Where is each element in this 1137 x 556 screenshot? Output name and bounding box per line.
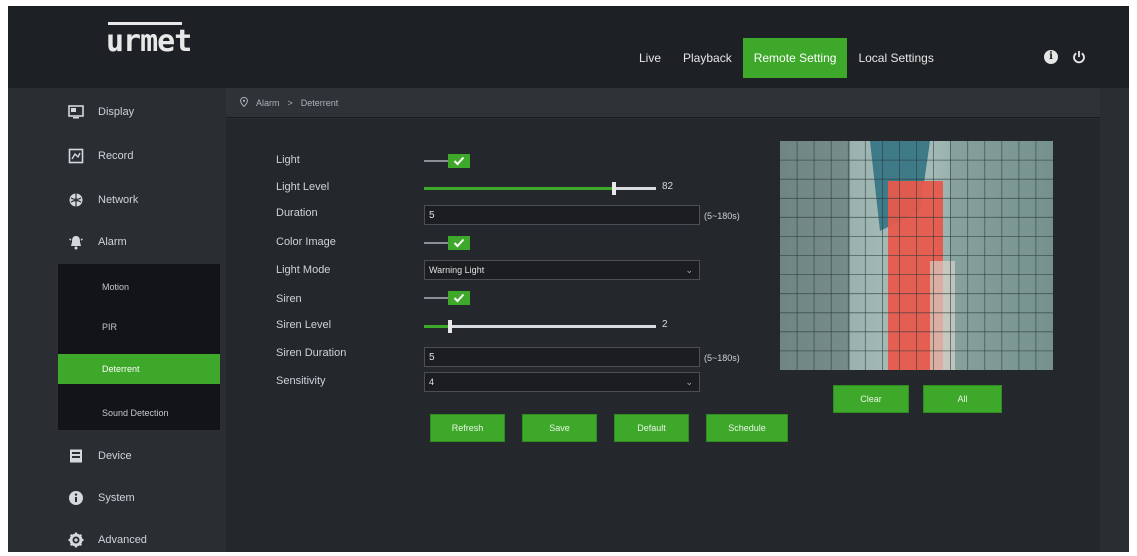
sensitivity-select[interactable]: 4 ⌄ <box>424 372 700 392</box>
light-mode-select[interactable]: Warning Light ⌄ <box>424 260 700 280</box>
siren-level-value: 2 <box>662 319 668 330</box>
slider-handle[interactable] <box>448 320 452 333</box>
toggle-track <box>424 297 450 299</box>
sidebar-item-label: Display <box>98 106 135 118</box>
light-level-label: Light Level <box>276 181 330 193</box>
sidebar-item-label: Advanced <box>98 534 147 546</box>
submenu-item-deterrent[interactable]: Deterrent <box>58 354 220 384</box>
breadcrumb: Alarm > Deterrent <box>226 88 1100 118</box>
light-toggle[interactable] <box>424 154 474 168</box>
siren-level-slider[interactable] <box>424 319 656 333</box>
detection-grid-preview[interactable] <box>780 141 1053 370</box>
device-icon <box>68 448 84 464</box>
default-button[interactable]: Default <box>614 414 689 442</box>
sidebar-item-label: Device <box>98 450 132 462</box>
siren-toggle[interactable] <box>424 291 474 305</box>
nav-local-settings[interactable]: Local Settings <box>847 38 944 78</box>
gear-icon <box>68 532 84 548</box>
system-info-icon <box>68 490 84 506</box>
breadcrumb-separator: > <box>287 97 293 108</box>
breadcrumb-item: Deterrent <box>300 97 339 108</box>
siren-duration-range-hint: (5~180s) <box>704 353 740 363</box>
sensitivity-value: 4 <box>429 377 435 387</box>
sidebar-item-alarm[interactable]: Alarm <box>56 222 220 262</box>
power-icon[interactable] <box>1072 50 1086 64</box>
clear-area-button[interactable]: Clear <box>833 385 909 413</box>
light-mode-value: Warning Light <box>429 265 485 275</box>
siren-duration-label: Siren Duration <box>276 347 347 359</box>
sidebar-item-device[interactable]: Device <box>56 436 220 476</box>
schedule-button[interactable]: Schedule <box>706 414 788 442</box>
sidebar-item-network[interactable]: Network <box>56 180 220 220</box>
light-level-slider[interactable] <box>424 181 656 195</box>
color-image-label: Color Image <box>276 236 336 248</box>
location-pin-icon <box>240 96 248 109</box>
duration-label: Duration <box>276 207 318 219</box>
siren-level-label: Siren Level <box>276 319 332 331</box>
toggle-track <box>424 160 450 162</box>
info-icon[interactable]: i <box>1044 50 1058 64</box>
top-icons: i <box>1044 50 1086 64</box>
save-button[interactable]: Save <box>522 414 597 442</box>
top-bar: urmet Live Playback Remote Setting Local… <box>8 6 1129 88</box>
app-window: urmet Live Playback Remote Setting Local… <box>8 6 1129 552</box>
slider-fill <box>424 325 450 328</box>
refresh-button[interactable]: Refresh <box>430 414 505 442</box>
alarm-icon <box>68 234 84 250</box>
submenu-item-motion[interactable]: Motion <box>58 272 220 302</box>
slider-fill <box>424 187 614 190</box>
top-nav: Live Playback Remote Setting Local Setti… <box>628 38 945 78</box>
slider-rail <box>424 325 656 328</box>
sidebar-item-label: Network <box>98 194 139 206</box>
sidebar-item-label: System <box>98 492 135 504</box>
chevron-down-icon: ⌄ <box>685 377 693 387</box>
brand-logo: urmet <box>106 24 192 59</box>
check-icon <box>448 154 470 168</box>
network-icon <box>68 192 84 208</box>
sidebar: Display Record Network Alarm Motion PIR … <box>56 88 220 552</box>
nav-remote-setting[interactable]: Remote Setting <box>742 38 848 78</box>
light-mode-label: Light Mode <box>276 264 331 276</box>
sidebar-item-record[interactable]: Record <box>56 136 220 176</box>
color-image-toggle[interactable] <box>424 236 474 250</box>
light-level-value: 82 <box>662 181 674 192</box>
sidebar-item-system[interactable]: System <box>56 478 220 518</box>
siren-label: Siren <box>276 293 302 305</box>
select-all-area-button[interactable]: All <box>923 385 1002 413</box>
breadcrumb-item[interactable]: Alarm <box>256 98 280 108</box>
nav-playback[interactable]: Playback <box>672 38 743 78</box>
submenu-item-sound-detection[interactable]: Sound Detection <box>58 398 220 428</box>
display-icon <box>68 104 84 120</box>
nav-live[interactable]: Live <box>628 38 672 78</box>
duration-range-hint: (5~180s) <box>704 211 740 221</box>
record-icon <box>68 148 84 164</box>
light-label: Light <box>276 154 300 166</box>
slider-handle[interactable] <box>612 182 616 195</box>
check-icon <box>448 291 470 305</box>
chevron-down-icon: ⌄ <box>685 265 693 275</box>
sidebar-item-advanced[interactable]: Advanced <box>56 520 220 552</box>
camera-preview[interactable] <box>780 141 1053 370</box>
check-icon <box>448 236 470 250</box>
duration-input[interactable] <box>424 205 700 225</box>
sidebar-item-label: Alarm <box>98 236 127 248</box>
sidebar-item-display[interactable]: Display <box>56 92 220 132</box>
sidebar-item-label: Record <box>98 150 134 162</box>
toggle-track <box>424 242 450 244</box>
sensitivity-label: Sensitivity <box>276 375 326 387</box>
submenu-item-pir[interactable]: PIR <box>58 312 220 342</box>
siren-duration-input[interactable] <box>424 347 700 367</box>
